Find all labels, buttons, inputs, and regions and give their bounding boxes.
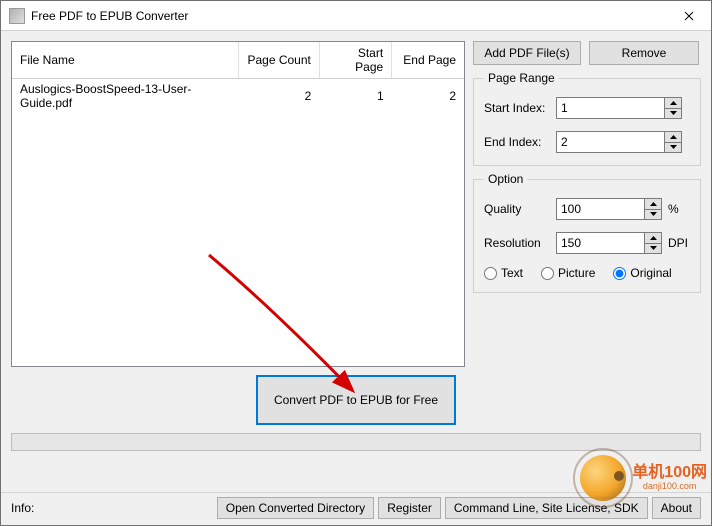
- open-converted-dir-button[interactable]: Open Converted Directory: [217, 497, 374, 519]
- footer: Info: Open Converted Directory Register …: [1, 492, 711, 525]
- resolution-stepper[interactable]: [556, 232, 662, 254]
- table-row[interactable]: Auslogics-BoostSpeed-13-User-Guide.pdf 2…: [12, 79, 464, 114]
- close-button[interactable]: [666, 2, 711, 30]
- col-page-count[interactable]: Page Count: [238, 42, 319, 79]
- option-group: Option Quality % Resolutio: [473, 172, 701, 293]
- resolution-down[interactable]: [645, 244, 661, 254]
- convert-row: Convert PDF to EPUB for Free: [11, 375, 701, 425]
- chevron-up-icon: [670, 135, 677, 139]
- start-index-input[interactable]: [556, 97, 664, 119]
- chevron-up-icon: [670, 101, 677, 105]
- convert-button[interactable]: Convert PDF to EPUB for Free: [256, 375, 456, 425]
- col-file-name[interactable]: File Name: [12, 42, 238, 79]
- radio-original[interactable]: Original: [613, 266, 671, 280]
- radio-picture[interactable]: Picture: [541, 266, 595, 280]
- chevron-up-icon: [650, 236, 657, 240]
- about-button[interactable]: About: [652, 497, 701, 519]
- option-legend: Option: [484, 172, 527, 186]
- resolution-label: Resolution: [484, 236, 556, 250]
- radio-text[interactable]: Text: [484, 266, 523, 280]
- window-title: Free PDF to EPUB Converter: [31, 9, 188, 23]
- quality-input[interactable]: [556, 198, 644, 220]
- start-index-stepper[interactable]: [556, 97, 682, 119]
- chevron-down-icon: [670, 145, 677, 149]
- quality-up[interactable]: [645, 199, 661, 210]
- end-index-input[interactable]: [556, 131, 664, 153]
- remove-button[interactable]: Remove: [589, 41, 699, 65]
- radio-original-input[interactable]: [613, 267, 626, 280]
- end-index-label: End Index:: [484, 135, 556, 149]
- table-header-row: File Name Page Count Start Page End Page: [12, 42, 464, 79]
- app-icon: [9, 8, 25, 24]
- resolution-unit: DPI: [668, 236, 688, 250]
- app-window: Free PDF to EPUB Converter File Name Pag…: [0, 0, 712, 526]
- start-index-label: Start Index:: [484, 101, 556, 115]
- command-line-button[interactable]: Command Line, Site License, SDK: [445, 497, 648, 519]
- chevron-down-icon: [650, 212, 657, 216]
- register-button[interactable]: Register: [378, 497, 441, 519]
- side-panel: Add PDF File(s) Remove Page Range Start …: [473, 41, 701, 367]
- cell-page-count: 2: [238, 79, 319, 114]
- quality-stepper[interactable]: [556, 198, 662, 220]
- close-icon: [684, 11, 694, 21]
- radio-original-label: Original: [630, 266, 671, 280]
- end-index-down[interactable]: [665, 143, 681, 153]
- radio-picture-input[interactable]: [541, 267, 554, 280]
- add-pdf-button[interactable]: Add PDF File(s): [473, 41, 581, 65]
- resolution-input[interactable]: [556, 232, 644, 254]
- chevron-down-icon: [650, 246, 657, 250]
- file-table[interactable]: File Name Page Count Start Page End Page…: [11, 41, 465, 367]
- start-index-down[interactable]: [665, 109, 681, 119]
- quality-unit: %: [668, 202, 679, 216]
- col-start-page[interactable]: Start Page: [319, 42, 391, 79]
- col-end-page[interactable]: End Page: [392, 42, 464, 79]
- cell-end-page: 2: [392, 79, 464, 114]
- radio-picture-label: Picture: [558, 266, 595, 280]
- start-index-up[interactable]: [665, 98, 681, 109]
- resolution-up[interactable]: [645, 233, 661, 244]
- titlebar: Free PDF to EPUB Converter: [1, 1, 711, 31]
- chevron-up-icon: [650, 202, 657, 206]
- cell-start-page: 1: [319, 79, 391, 114]
- quality-label: Quality: [484, 202, 556, 216]
- chevron-down-icon: [670, 111, 677, 115]
- radio-text-label: Text: [501, 266, 523, 280]
- radio-text-input[interactable]: [484, 267, 497, 280]
- quality-down[interactable]: [645, 210, 661, 220]
- info-label: Info:: [11, 501, 34, 515]
- end-index-stepper[interactable]: [556, 131, 682, 153]
- cell-file-name: Auslogics-BoostSpeed-13-User-Guide.pdf: [12, 79, 238, 114]
- page-range-group: Page Range Start Index: End Index:: [473, 71, 701, 166]
- end-index-up[interactable]: [665, 132, 681, 143]
- page-range-legend: Page Range: [484, 71, 559, 85]
- output-mode-radios: Text Picture Original: [484, 266, 690, 280]
- progress-bar: [11, 433, 701, 451]
